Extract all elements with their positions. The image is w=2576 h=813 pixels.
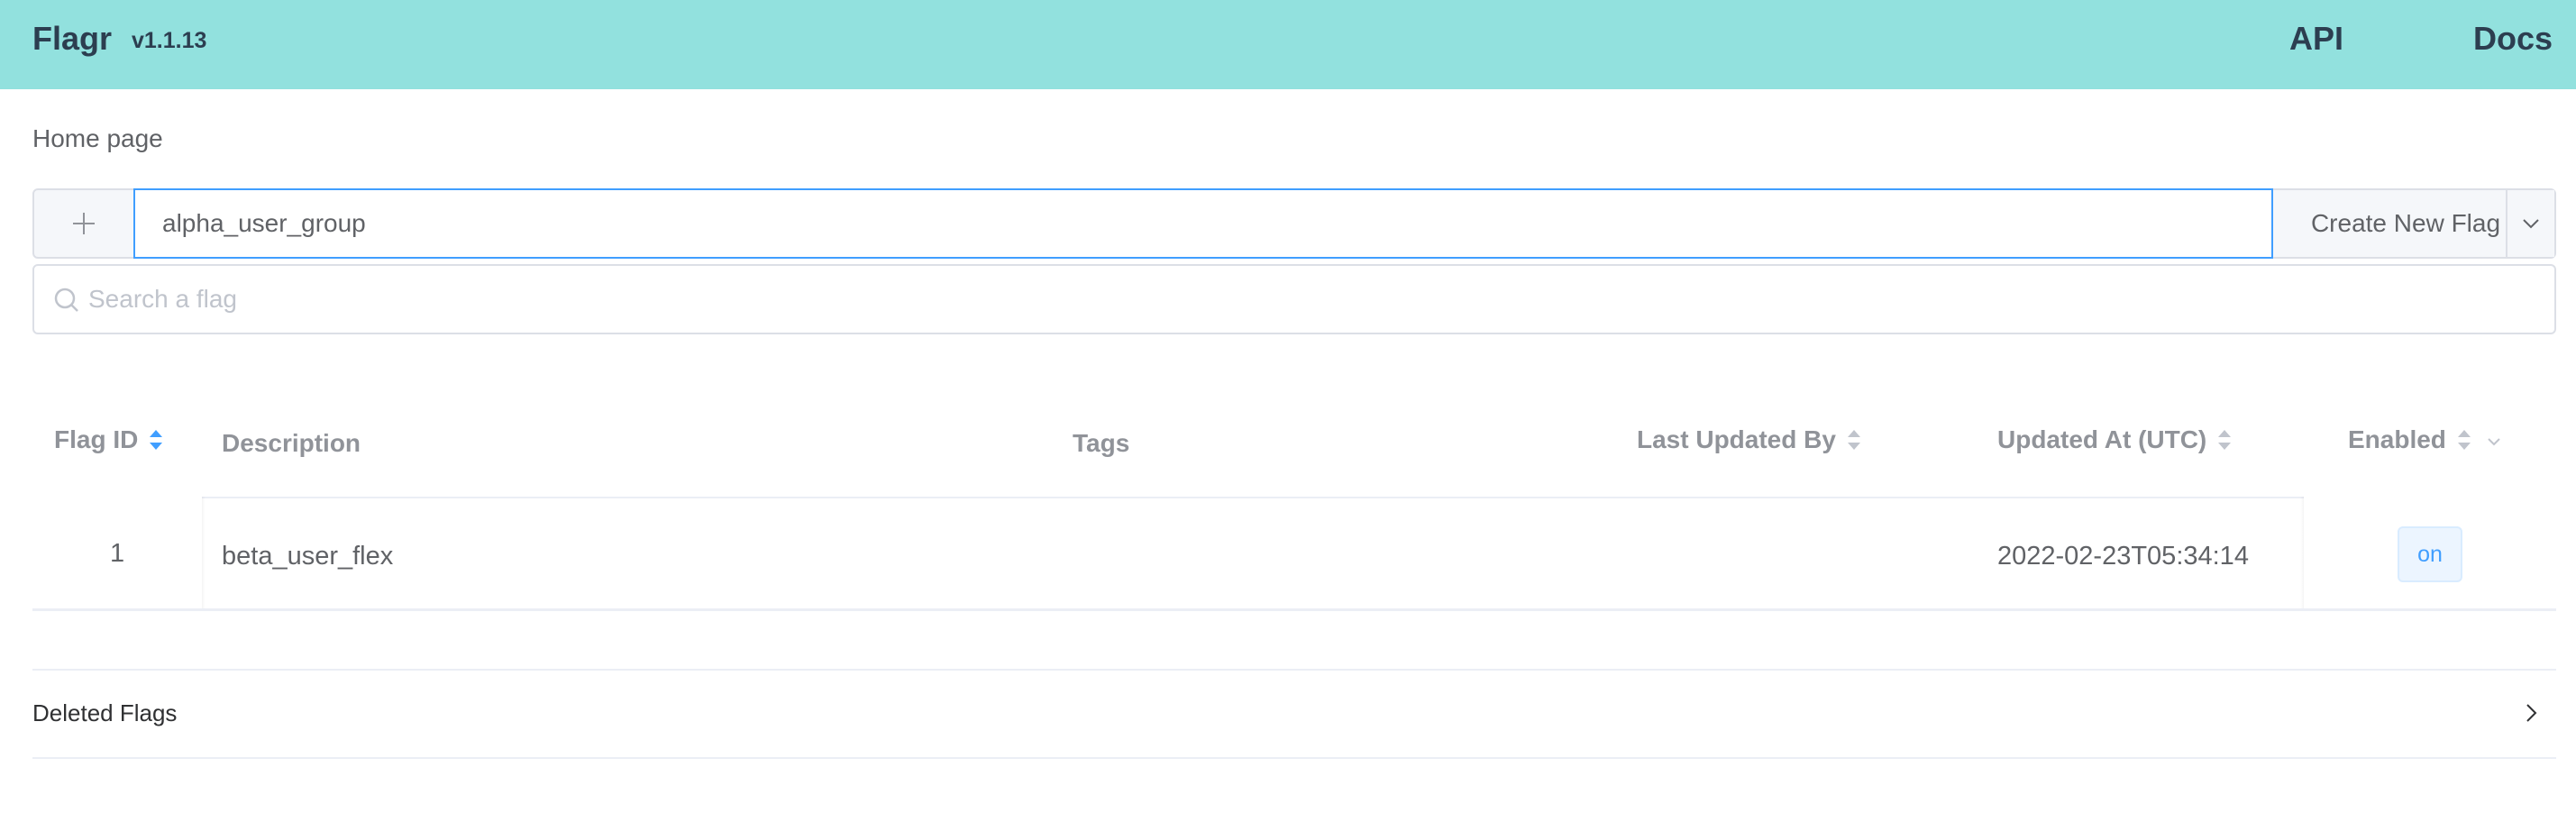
table-bottom-divider [32, 608, 2556, 611]
sort-icon[interactable] [2455, 427, 2473, 452]
column-header-last-updated-by[interactable]: Last Updated By [1637, 425, 1863, 454]
table-header-divider [202, 497, 2304, 498]
deleted-flags-title: Deleted Flags [32, 699, 178, 726]
column-header-tags: Tags [1073, 429, 1130, 457]
column-header-enabled-label: Enabled [2348, 425, 2446, 453]
column-header-enabled[interactable]: Enabled [2348, 425, 2502, 454]
fixed-column-shadow-left [202, 497, 206, 608]
enabled-status-tag: on [2398, 526, 2462, 582]
create-flag-group: Create New Flag [32, 188, 2556, 259]
version-label: v1.1.13 [132, 28, 207, 53]
breadcrumb[interactable]: Home page [32, 124, 163, 153]
collapse-top-border [32, 669, 2556, 671]
fixed-column-shadow-right [2300, 497, 2304, 608]
top-navbar: Flagr v1.1.13 API Docs [0, 0, 2576, 89]
search-icon [54, 288, 78, 312]
column-header-description: Description [222, 429, 361, 457]
plus-icon [34, 190, 133, 257]
collapse-bottom-border [32, 757, 2556, 759]
cell-flag-id: 1 [110, 539, 125, 568]
column-header-flag-id[interactable]: Flag ID [54, 425, 165, 454]
sort-icon[interactable] [2215, 427, 2233, 452]
chevron-right-icon [2526, 704, 2537, 722]
filter-chevron-down-icon[interactable] [2486, 436, 2502, 447]
sort-icon[interactable] [1845, 427, 1863, 452]
search-field [32, 264, 2556, 334]
search-input[interactable] [88, 266, 2522, 333]
create-flag-dropdown-button[interactable] [2506, 190, 2554, 257]
chevron-down-icon [2523, 219, 2539, 229]
new-flag-key-input[interactable] [133, 188, 2273, 259]
brand-logo[interactable]: Flagr [32, 20, 112, 58]
cell-updated-at: 2022-02-23T05:34:14 [1997, 542, 2249, 571]
column-header-flag-id-label: Flag ID [54, 425, 139, 453]
column-header-updated-at-label: Updated At (UTC) [1997, 425, 2207, 453]
column-header-updated-at[interactable]: Updated At (UTC) [1997, 425, 2233, 454]
cell-description: beta_user_flex [222, 542, 394, 571]
sort-icon[interactable] [147, 427, 165, 452]
column-header-last-updated-by-label: Last Updated By [1637, 425, 1836, 453]
create-new-flag-button[interactable]: Create New Flag [2273, 190, 2538, 257]
nav-docs-link[interactable]: Docs [2473, 20, 2553, 58]
nav-api-link[interactable]: API [2289, 20, 2343, 58]
